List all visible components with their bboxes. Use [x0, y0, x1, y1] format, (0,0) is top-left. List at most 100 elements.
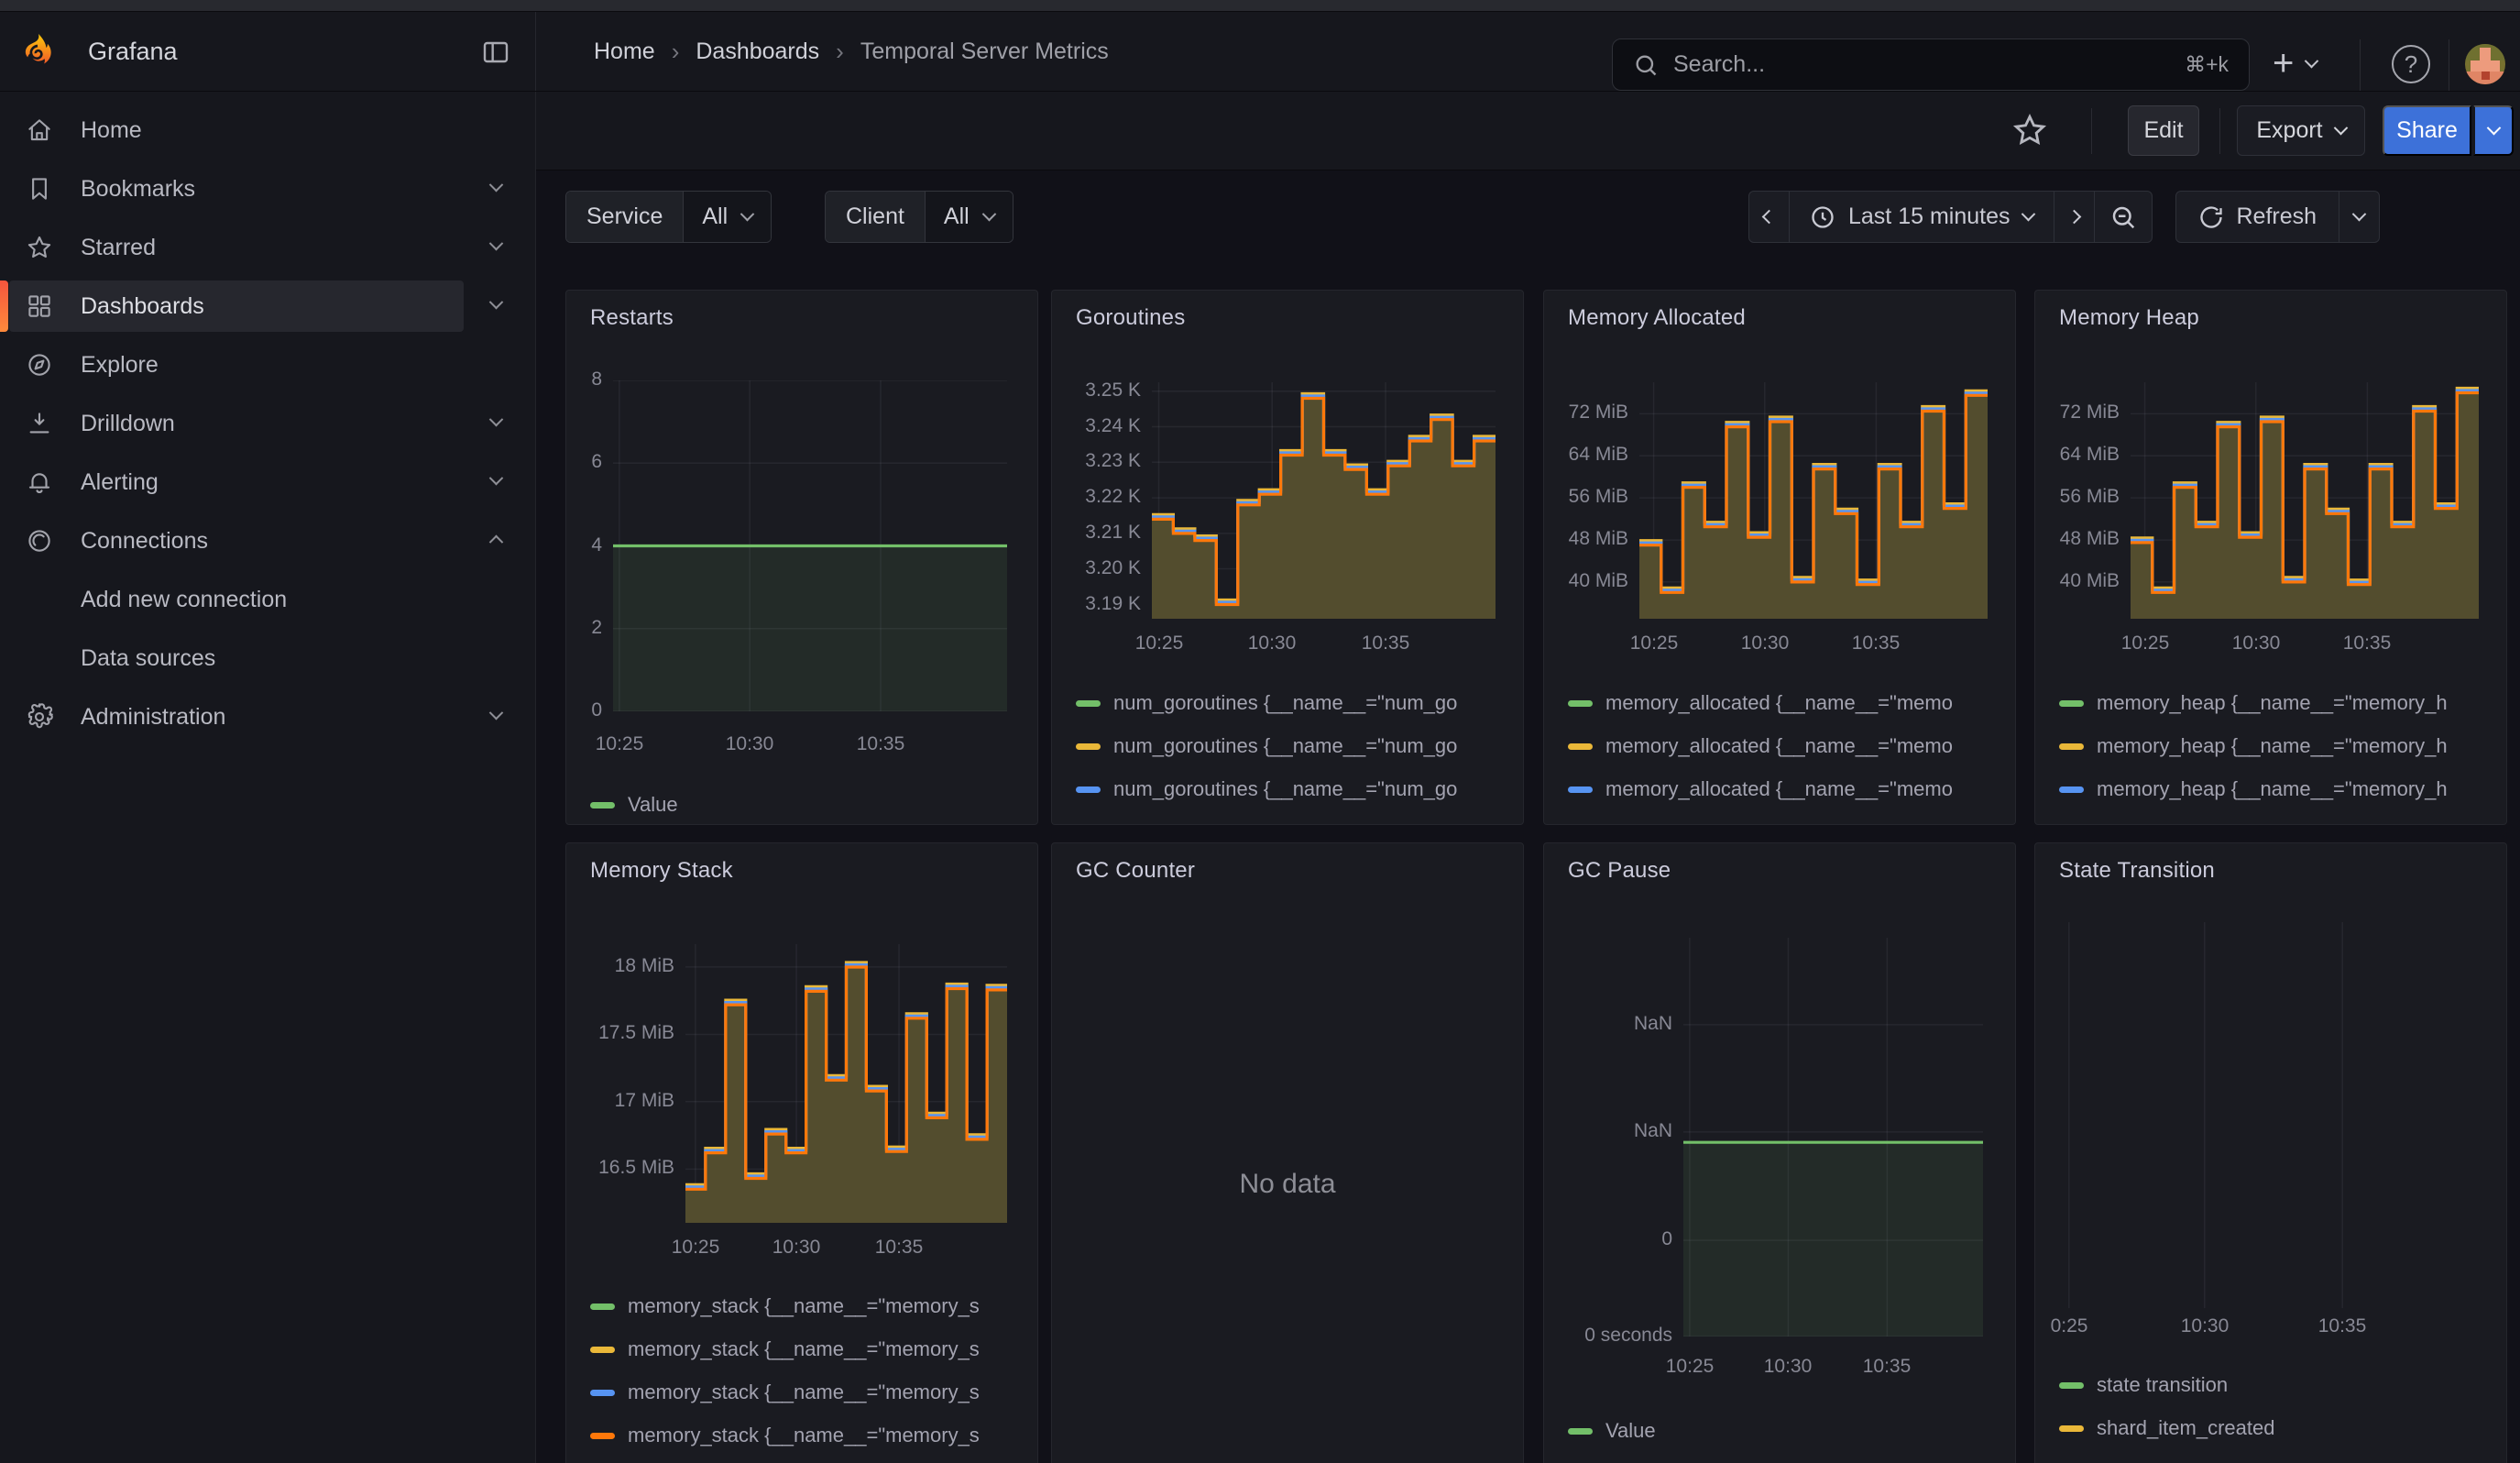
- plot-area[interactable]: [2131, 382, 2479, 619]
- y-axis-tick: 0: [1544, 1228, 1672, 1250]
- y-axis-tick: 48 MiB: [1544, 528, 1628, 550]
- expand-connections-button[interactable]: [491, 533, 501, 549]
- legend-item[interactable]: memory_stack {__name__="memory_s: [590, 1337, 980, 1361]
- sidebar-item-connections[interactable]: Connections: [0, 512, 535, 570]
- expand-administration-button[interactable]: [491, 709, 501, 725]
- legend-item[interactable]: state transition: [2059, 1373, 2274, 1397]
- chevron-down-icon: [2021, 207, 2035, 222]
- y-axis-tick: 56 MiB: [2035, 486, 2120, 508]
- bookmark-icon: [26, 175, 53, 203]
- chevron-up-icon: [489, 535, 504, 550]
- refresh-group: Refresh: [2175, 191, 2381, 243]
- plot-area[interactable]: [613, 380, 1007, 711]
- compass-icon: [26, 351, 53, 379]
- legend-item[interactable]: Value: [1568, 1419, 1656, 1443]
- share-dropdown-button[interactable]: [2473, 105, 2514, 156]
- topbar-brand-section: Grafana: [0, 12, 536, 91]
- sidebar-item-dashboards[interactable]: Dashboards: [0, 277, 535, 336]
- panel-legend: memory_stack {__name__="memory_s memory_s…: [590, 1294, 980, 1463]
- avatar[interactable]: [2465, 44, 2505, 84]
- help-button[interactable]: ?: [2392, 45, 2430, 83]
- legend-item[interactable]: memory_stack {__name__="memory_s: [590, 1294, 980, 1318]
- chevron-down-icon: [2333, 121, 2348, 136]
- sidebar-item-administration[interactable]: Administration: [0, 688, 535, 746]
- plot-area[interactable]: [1683, 938, 1983, 1336]
- time-range-picker[interactable]: Last 15 minutes: [1789, 192, 2054, 242]
- star-dashboard-button[interactable]: [2011, 112, 2048, 153]
- panel-title[interactable]: Goroutines: [1076, 305, 1185, 331]
- sidebar-item-drilldown[interactable]: Drilldown: [0, 394, 535, 453]
- x-axis-tick: 10:25: [1594, 632, 1714, 654]
- plot-area[interactable]: [685, 944, 1007, 1223]
- refresh-button[interactable]: Refresh: [2176, 192, 2339, 242]
- sidebar-toggle-icon[interactable]: [480, 38, 511, 67]
- expand-drilldown-button[interactable]: [491, 415, 501, 432]
- y-axis-tick: 17.5 MiB: [566, 1022, 674, 1044]
- breadcrumb-separator: ›: [836, 38, 844, 66]
- breadcrumb-item-home[interactable]: Home: [594, 38, 655, 65]
- sidebar-item-explore[interactable]: Explore: [0, 336, 535, 394]
- legend-item[interactable]: memory_allocated {__name__="memo: [1568, 777, 1953, 801]
- legend-label: memory_stack {__name__="memory_s: [628, 1380, 980, 1404]
- add-button[interactable]: +: [2273, 47, 2317, 80]
- sidebar-item-add-new-connection[interactable]: Add new connection: [0, 570, 535, 629]
- expand-bookmarks-button[interactable]: [491, 181, 501, 197]
- legend-item[interactable]: num_goroutines {__name__="num_go: [1076, 820, 1457, 825]
- legend-label: num_goroutines {__name__="num_go: [1113, 777, 1457, 801]
- series-dash-icon: [2059, 1382, 2084, 1389]
- export-button[interactable]: Export: [2237, 105, 2365, 156]
- sidebar-item-home[interactable]: Home: [0, 101, 535, 160]
- sidebar-item-label: Drilldown: [81, 411, 175, 437]
- filter-value-dropdown[interactable]: All: [684, 192, 771, 242]
- legend-item[interactable]: memory_heap {__name__="memory_h: [2059, 820, 2448, 825]
- panel-title[interactable]: Restarts: [590, 305, 674, 331]
- y-axis-tick: 72 MiB: [1544, 402, 1628, 424]
- plot-area[interactable]: [2037, 922, 2486, 1308]
- legend-item[interactable]: num_goroutines {__name__="num_go: [1076, 734, 1457, 758]
- time-shift-forward-button[interactable]: [2054, 192, 2094, 242]
- plot-area[interactable]: [1639, 382, 1988, 619]
- legend-item[interactable]: memory_allocated {__name__="memo: [1568, 691, 1953, 715]
- legend-item[interactable]: memory_allocated {__name__="memo: [1568, 820, 1953, 825]
- zoom-out-icon: [2109, 204, 2137, 231]
- panel-title[interactable]: State Transition: [2059, 858, 2215, 884]
- x-axis-tick: 10:35: [1827, 1356, 1946, 1378]
- panel-gc-counter: GC CounterNo data: [1051, 842, 1524, 1463]
- expand-alerting-button[interactable]: [491, 474, 501, 490]
- search-input[interactable]: [1673, 51, 2185, 78]
- edit-button[interactable]: Edit: [2128, 105, 2199, 156]
- panel-title[interactable]: GC Counter: [1076, 858, 1195, 884]
- legend-item[interactable]: memory_stack {__name__="memory_s: [590, 1380, 980, 1404]
- sidebar-item-alerting[interactable]: Alerting: [0, 453, 535, 512]
- time-shift-back-button[interactable]: [1749, 192, 1789, 242]
- legend-item[interactable]: memory_stack {__name__="memory_s: [590, 1424, 980, 1447]
- refresh-interval-button[interactable]: [2339, 192, 2379, 242]
- panel-title[interactable]: Memory Heap: [2059, 305, 2199, 331]
- panel-title[interactable]: Memory Allocated: [1568, 305, 1746, 331]
- legend-item[interactable]: memory_allocated {__name__="memo: [1568, 734, 1953, 758]
- cog-icon: [26, 703, 53, 731]
- legend-item[interactable]: num_goroutines {__name__="num_go: [1076, 691, 1457, 715]
- grafana-logo-icon: [18, 32, 55, 71]
- sidebar-item-starred[interactable]: Starred: [0, 218, 535, 277]
- legend-item[interactable]: shard_item_created: [2059, 1416, 2274, 1440]
- expand-starred-button[interactable]: [491, 239, 501, 256]
- sidebar-item-bookmarks[interactable]: Bookmarks: [0, 160, 535, 218]
- breadcrumb-item-dashboards[interactable]: Dashboards: [696, 38, 819, 65]
- panel-title[interactable]: GC Pause: [1568, 858, 1671, 884]
- filter-value-dropdown[interactable]: All: [926, 192, 1013, 242]
- legend-item[interactable]: memory_heap {__name__="memory_h: [2059, 777, 2448, 801]
- legend-item[interactable]: memory_heap {__name__="memory_h: [2059, 691, 2448, 715]
- expand-dashboards-button[interactable]: [491, 298, 501, 314]
- legend-item[interactable]: Value: [590, 793, 678, 817]
- zoom-out-button[interactable]: [2094, 192, 2152, 242]
- clock-icon: [1810, 204, 1835, 230]
- share-button[interactable]: Share: [2383, 105, 2471, 156]
- legend-label: memory_stack {__name__="memory_s: [628, 1337, 980, 1361]
- sidebar-item-data-sources[interactable]: Data sources: [0, 629, 535, 688]
- plot-area[interactable]: [1152, 382, 1496, 619]
- legend-item[interactable]: num_goroutines {__name__="num_go: [1076, 777, 1457, 801]
- panel-title[interactable]: Memory Stack: [590, 858, 733, 884]
- search-box[interactable]: ⌘+k: [1612, 38, 2250, 91]
- legend-item[interactable]: memory_heap {__name__="memory_h: [2059, 734, 2448, 758]
